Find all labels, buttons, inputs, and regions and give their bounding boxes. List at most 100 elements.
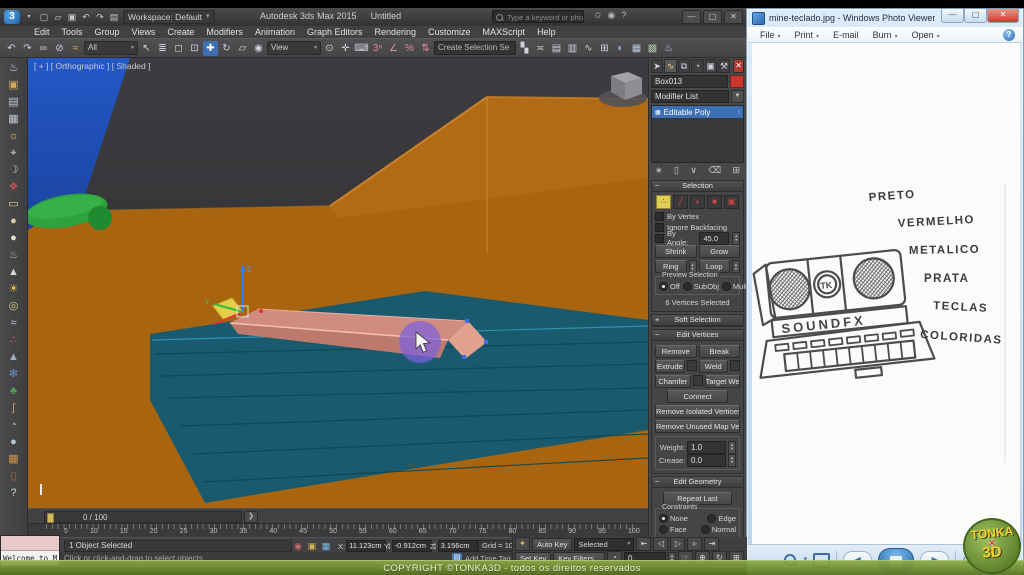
door-icon[interactable]: ▯ <box>5 468 22 485</box>
color-grid-icon[interactable]: ▦ <box>5 451 22 468</box>
rectangular-selection-icon[interactable]: ◻ <box>171 41 186 56</box>
shell-icon[interactable]: ◔ <box>5 417 22 434</box>
selection-lock-icon[interactable]: ▣ <box>306 540 318 552</box>
menu-item-2[interactable]: Group <box>89 27 126 37</box>
weld-button[interactable]: Weld <box>699 360 729 373</box>
menu-item-8[interactable]: Rendering <box>369 27 423 37</box>
snaps-status-icon[interactable]: ▦ <box>320 540 332 552</box>
tab-motion[interactable]: ◔ <box>691 59 703 73</box>
rollout-edit-geometry-header[interactable]: −Edit Geometry <box>652 477 743 488</box>
project-folder-icon[interactable]: ▤ <box>108 11 120 23</box>
foliage-icon[interactable]: ♣ <box>5 383 22 400</box>
viewer-menu-open[interactable]: Open▾ <box>906 30 946 40</box>
constraint-none-radio[interactable]: None <box>659 514 688 523</box>
shrink-button[interactable]: Shrink <box>655 245 697 258</box>
modifier-list-dropdown[interactable]: Modifier List <box>651 90 729 103</box>
fur-icon[interactable]: ∫ <box>5 400 22 417</box>
sphere-blue-icon[interactable]: ● <box>5 434 22 451</box>
remove-unused-map-verts-button[interactable]: Remove Unused Map Verts <box>655 420 740 433</box>
curve-editor-icon[interactable]: ∿ <box>581 41 596 56</box>
select-and-link-icon[interactable]: ∞ <box>36 41 51 56</box>
menu-item-10[interactable]: MAXScript <box>477 27 532 37</box>
constraint-edge-radio[interactable]: Edge <box>707 514 736 523</box>
coord-system-dropdown[interactable]: View▾ <box>267 41 321 55</box>
viewport-canvas[interactable]: Z Y <box>28 58 648 508</box>
viewer-maximize-button[interactable]: ▢ <box>964 9 987 23</box>
undo-quick-icon[interactable]: ↶ <box>80 11 92 23</box>
connect-button[interactable]: Connect <box>667 390 728 403</box>
menu-item-1[interactable]: Tools <box>56 27 89 37</box>
ripple-icon[interactable]: ≈ <box>5 315 22 332</box>
stack-item-editable-poly[interactable]: ▦ Editable Poly ⁝ <box>652 106 743 118</box>
molecule-icon[interactable]: ∴ <box>5 332 22 349</box>
mirror-icon[interactable]: ▚ <box>517 41 532 56</box>
community-icon[interactable]: ◉ <box>608 10 616 21</box>
viewer-menu-burn[interactable]: Burn▾ <box>867 30 904 40</box>
polygon-subobject-icon[interactable]: ■ <box>707 195 722 209</box>
time-slider-next-icon[interactable]: ❯ <box>244 511 258 523</box>
search-input[interactable]: Type a keyword or phrase <box>492 10 584 23</box>
go-to-start-icon[interactable]: ⇤ <box>636 537 651 551</box>
use-pivot-center-icon[interactable]: ⊙ <box>322 41 337 56</box>
box-primitive-icon[interactable]: ▭ <box>5 196 22 213</box>
crease-spinner[interactable]: ▲▼ <box>728 454 736 467</box>
select-and-scale-icon[interactable]: ▱ <box>235 41 250 56</box>
by-angle-checkbox[interactable]: By Angle: 45.0 ▲▼ <box>655 233 740 243</box>
preview-multi-radio[interactable]: Multi <box>722 282 746 291</box>
window-crossing-icon[interactable]: ⊡ <box>187 41 202 56</box>
undo-icon[interactable]: ↶ <box>4 41 19 56</box>
layer-list-icon[interactable]: ▤ <box>5 94 22 111</box>
light-bulb-icon[interactable]: ☼ <box>5 128 22 145</box>
weld-settings-icon[interactable] <box>730 360 740 371</box>
remove-modifier-icon[interactable]: ⌫ <box>708 165 721 176</box>
angle-value-field[interactable]: 45.0 <box>699 232 729 245</box>
weight-field[interactable]: 1.0 <box>687 441 726 454</box>
crease-field[interactable]: 0.0 <box>687 454 726 467</box>
menu-item-11[interactable]: Help <box>531 27 562 37</box>
selection-set-field[interactable]: Create Selection Se <box>434 41 516 55</box>
track-bar[interactable]: 5101520253035404550556065707580859095100 <box>28 523 648 537</box>
rollout-edit-vertices-header[interactable]: −Edit Vertices <box>652 330 743 341</box>
menu-item-5[interactable]: Modifiers <box>200 27 249 37</box>
go-to-end-icon[interactable]: ⇥ <box>704 537 719 551</box>
tab-modify[interactable]: ∿ <box>664 59 676 73</box>
remove-button[interactable]: Remove <box>655 345 697 358</box>
time-slider[interactable]: 0 / 100 ❯ <box>28 508 648 523</box>
workspace-dropdown[interactable]: Workspace: Default▾ <box>123 10 215 24</box>
tab-hierarchy[interactable]: ⧉ <box>678 59 690 73</box>
select-by-name-icon[interactable]: ≣ <box>155 41 170 56</box>
new-scene-icon[interactable]: ▢ <box>38 11 50 23</box>
maximize-button[interactable]: ▢ <box>703 10 722 24</box>
select-and-rotate-icon[interactable]: ↻ <box>219 41 234 56</box>
show-end-result-icon[interactable]: ▯ <box>674 165 679 176</box>
bind-to-space-warp-icon[interactable]: ≈ <box>68 41 83 56</box>
viewer-menu-email[interactable]: E-mail <box>827 30 865 40</box>
viewer-minimize-button[interactable]: — <box>941 9 964 23</box>
select-object-icon[interactable]: ↖ <box>139 41 154 56</box>
material-editor-icon[interactable]: ◐ <box>613 41 628 56</box>
modifier-list-arrow-icon[interactable]: ▼ <box>731 90 744 103</box>
select-and-move-icon[interactable]: ✚ <box>203 41 218 56</box>
loop-spinner[interactable]: ▲▼ <box>732 260 740 273</box>
menu-item-3[interactable]: Views <box>126 27 162 37</box>
y-coordinate-field[interactable]: -0.912cm <box>392 540 432 552</box>
camera-red-icon[interactable]: ❖ <box>5 179 22 196</box>
spotlight-icon[interactable]: ⌖ <box>5 145 22 162</box>
x-coordinate-field[interactable]: 11.123cm <box>346 540 386 552</box>
snap-3d-icon[interactable]: 3ⁿ <box>370 41 385 56</box>
preview-off-radio[interactable]: Off <box>659 282 680 291</box>
selection-filter-dropdown[interactable]: All▾ <box>84 41 138 55</box>
previous-frame-icon[interactable]: ◁ <box>653 537 668 551</box>
render-production-icon[interactable]: ♨ <box>661 41 676 56</box>
moon-icon[interactable]: ☽ <box>5 162 22 179</box>
preview-subobj-radio[interactable]: SubObj <box>683 282 719 291</box>
key-mode-dropdown[interactable]: Selected▾ <box>574 538 634 551</box>
menu-item-6[interactable]: Animation <box>249 27 301 37</box>
time-slider-track[interactable]: 0 / 100 <box>44 511 242 523</box>
teapot-primitive-icon[interactable]: ♨ <box>5 247 22 264</box>
ribbon-toggle-icon[interactable]: ▥ <box>565 41 580 56</box>
tab-utilities[interactable]: ⚒ <box>718 59 730 73</box>
menu-item-9[interactable]: Customize <box>422 27 477 37</box>
menu-item-0[interactable]: Edit <box>28 27 56 37</box>
target-weld-button[interactable]: Target Weld <box>705 375 741 388</box>
